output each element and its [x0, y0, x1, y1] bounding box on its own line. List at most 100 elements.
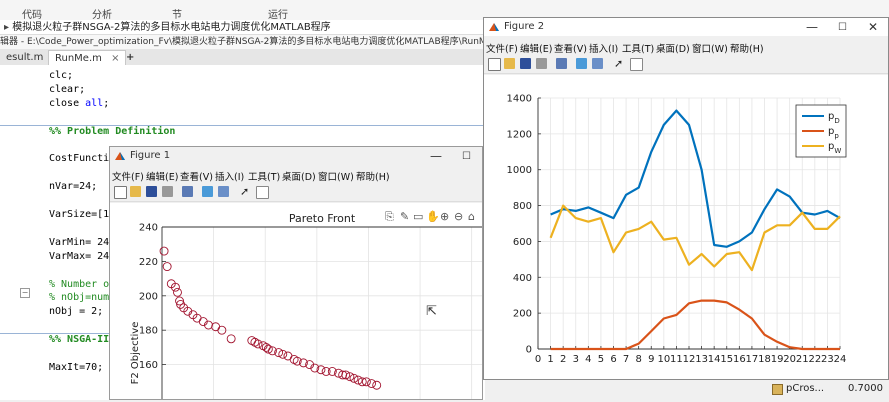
figure2-canvas: 0 200 400 600 800 1000 1200 1400 0 1 2 3 4 5 6 7 8 9 10 11 1… — [484, 75, 888, 379]
workspace-var-name[interactable]: pCros... — [786, 383, 824, 394]
pointer-icon[interactable]: ➚ — [240, 186, 251, 197]
x-tick-label: 11 — [670, 354, 683, 365]
save-icon[interactable] — [146, 186, 157, 197]
matlab-logo-icon — [489, 23, 499, 31]
figure2-window: Figure 2 — ☐ ✕ 文件(F) 编辑(E) 查看(V) 插入(I) 工… — [483, 17, 889, 380]
maximize-button[interactable]: ☐ — [838, 22, 847, 33]
menu-help[interactable]: 帮助(H) — [730, 41, 764, 55]
code-line[interactable]: % nObj=num — [49, 292, 109, 303]
datatip-icon[interactable]: ▭ — [413, 210, 423, 223]
menu-file[interactable]: 文件(F) — [486, 41, 518, 55]
export-icon[interactable]: ⎘ — [385, 210, 394, 223]
code-line[interactable]: MaxIt=70; — [49, 362, 103, 373]
menu-view[interactable]: 查看(V) — [180, 169, 213, 183]
close-button[interactable]: ✕ — [868, 20, 878, 34]
code-line[interactable]: % Number o — [49, 279, 109, 290]
menu-view[interactable]: 查看(V) — [554, 41, 587, 55]
toolstrip-analyze[interactable]: 分析 — [92, 6, 112, 21]
fold-icon[interactable]: − — [20, 288, 30, 298]
code-line[interactable]: nObj = 2; — [49, 306, 103, 317]
colorbar-icon[interactable] — [576, 58, 587, 69]
x-tick-label: 14 — [708, 354, 721, 365]
zoom-out-icon[interactable]: ⊖ — [454, 210, 463, 223]
menu-desktop[interactable]: 桌面(D) — [282, 169, 316, 183]
maximize-button[interactable]: ☐ — [462, 151, 471, 162]
code-line[interactable]: VarMin= 24 — [49, 237, 109, 248]
figure1-titlebar[interactable]: Figure 1 — ☐ — [110, 147, 482, 165]
open-file-icon[interactable] — [504, 58, 515, 69]
open-file-icon[interactable] — [130, 186, 141, 197]
code-token: ; — [103, 97, 110, 109]
legend-subscript: D — [834, 117, 839, 125]
x-tick-label: 17 — [746, 354, 759, 365]
save-icon[interactable] — [520, 58, 531, 69]
minimize-button[interactable]: — — [806, 20, 818, 34]
series-line-pP — [550, 299, 840, 351]
x-tick-label: 18 — [758, 354, 771, 365]
menu-window[interactable]: 窗口(W) — [692, 41, 728, 55]
tab-add-button[interactable]: + — [120, 50, 140, 65]
menu-edit[interactable]: 编辑(E) — [520, 41, 552, 55]
tab-result[interactable]: esult.m — [0, 50, 49, 65]
menu-help[interactable]: 帮助(H) — [356, 169, 390, 183]
code-line[interactable]: VarSize=[1 — [49, 209, 109, 220]
x-tick-label: 13 — [695, 354, 708, 365]
code-line[interactable]: %% Problem Definition — [49, 126, 175, 137]
legend-icon[interactable] — [218, 186, 229, 197]
menu-insert[interactable]: 插入(I) — [589, 41, 618, 55]
x-tick-label: 6 — [610, 354, 616, 365]
series-line-pW — [549, 204, 841, 272]
minimize-button[interactable]: — — [430, 149, 442, 163]
print-icon[interactable] — [536, 58, 547, 69]
colorbar-icon[interactable] — [202, 186, 213, 197]
menu-tools[interactable]: 工具(T) — [622, 41, 654, 55]
chevron-icon: ▸ — [4, 22, 13, 33]
x-tick-label: 4 — [585, 354, 591, 365]
tab-close-icon[interactable]: × — [111, 53, 119, 64]
new-figure-icon[interactable] — [488, 58, 501, 71]
menu-desktop[interactable]: 桌面(D) — [656, 41, 690, 55]
figure2-titlebar[interactable]: Figure 2 — ☐ ✕ — [484, 18, 888, 36]
link-plot-icon[interactable] — [182, 186, 193, 197]
code-line[interactable]: %% NSGA-II — [49, 334, 109, 345]
new-figure-icon[interactable] — [114, 186, 127, 199]
brush-icon[interactable]: ✎ — [400, 210, 409, 223]
y-tick-label: 1000 — [507, 165, 532, 176]
menu-file[interactable]: 文件(F) — [112, 169, 144, 183]
property-editor-icon[interactable] — [256, 186, 269, 199]
y-tick-label: 1400 — [507, 94, 532, 105]
menu-edit[interactable]: 编辑(E) — [146, 169, 178, 183]
figure1-menubar: 文件(F) 编辑(E) 查看(V) 插入(I) 工具(T) 桌面(D) 窗口(W… — [110, 167, 482, 183]
legend-subscript: p — [834, 132, 839, 140]
code-line[interactable]: clear; — [49, 84, 85, 95]
toolstrip-section[interactable]: 节 — [172, 6, 182, 21]
code-line[interactable]: nVar=24; — [49, 181, 97, 192]
menu-window[interactable]: 窗口(W) — [318, 169, 354, 183]
code-token: close — [49, 97, 86, 109]
zoom-in-icon[interactable]: ⊕ — [440, 210, 449, 223]
pointer-icon[interactable]: ➚ — [614, 58, 625, 69]
legend-icon[interactable] — [592, 58, 603, 69]
code-line[interactable]: VarMax= 24 — [49, 251, 109, 262]
y-tick-label: 200 — [139, 291, 158, 302]
y-tick-label: 220 — [139, 257, 158, 268]
home-icon[interactable]: ⌂ — [468, 210, 475, 223]
pan-icon[interactable]: ✋ — [426, 210, 440, 223]
code-line[interactable]: close all; — [49, 98, 109, 109]
y-tick-label: 1200 — [507, 129, 532, 140]
axes-toolbar: ⎘ ✎ ▭ ✋ ⊕ ⊖ ⌂ — [385, 210, 475, 223]
menu-tools[interactable]: 工具(T) — [248, 169, 280, 183]
tab-runme[interactable]: RunMe.m × — [48, 50, 127, 66]
x-tick-label: 2 — [560, 354, 566, 365]
toolstrip-run[interactable]: 运行 — [268, 6, 288, 21]
code-line[interactable]: clc; — [49, 70, 73, 81]
mouse-cursor-icon: ⇱ — [426, 304, 437, 319]
link-plot-icon[interactable] — [556, 58, 567, 69]
print-icon[interactable] — [162, 186, 173, 197]
property-editor-icon[interactable] — [630, 58, 643, 71]
menu-insert[interactable]: 插入(I) — [215, 169, 244, 183]
x-tick-label: 9 — [648, 354, 654, 365]
legend-subscript: W — [834, 147, 841, 155]
code-line[interactable]: CostFuncti — [49, 153, 109, 164]
toolstrip-code[interactable]: 代码 — [22, 6, 42, 21]
